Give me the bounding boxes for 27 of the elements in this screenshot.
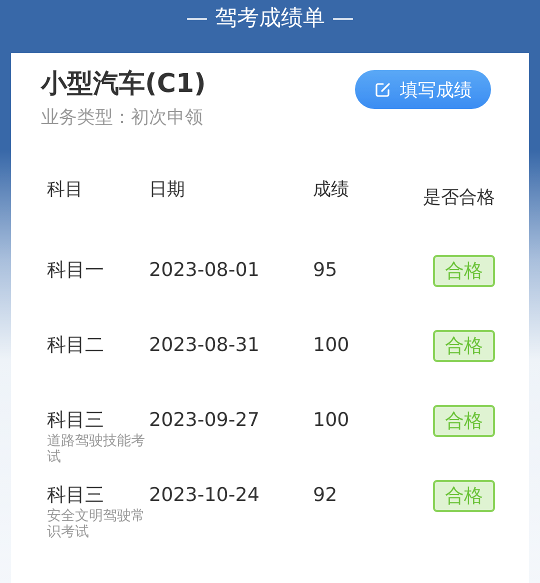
license-title: 小型汽车(C1)	[41, 68, 206, 101]
result-badge: 合格	[433, 330, 495, 362]
subject-cell-text: 科目三	[47, 408, 105, 433]
score-cell-text: 100	[313, 333, 350, 358]
edit-icon	[374, 80, 392, 98]
date-cell-text: 2023-09-27	[149, 408, 260, 433]
result-badge: 合格	[433, 480, 495, 512]
subject-cell-text: 科目一	[47, 258, 105, 283]
score-cell-text: 95	[313, 258, 338, 283]
subject-cell-text: 科目三	[47, 483, 105, 508]
result-badge: 合格	[433, 255, 495, 287]
page-title: — 驾考成绩单 —	[186, 5, 354, 33]
column-header: 是否合格	[423, 186, 495, 210]
score-cell-text: 100	[313, 408, 350, 433]
subject-note: 道路驾驶技能考试	[47, 433, 146, 465]
column-header: 日期	[149, 178, 186, 202]
date-cell-text: 2023-08-31	[149, 333, 260, 358]
date-cell-text: 2023-08-01	[149, 258, 260, 283]
business-type: 业务类型：初次申领	[41, 106, 204, 129]
result-badge: 合格	[433, 405, 495, 437]
subject-cell-text: 科目二	[47, 333, 105, 358]
fill-score-button[interactable]: 填写成绩	[355, 70, 491, 109]
column-header: 科目	[47, 178, 84, 202]
score-cell-text: 92	[313, 483, 338, 508]
date-cell-text: 2023-10-24	[149, 483, 260, 508]
subject-note: 安全文明驾驶常识考试	[47, 508, 146, 540]
column-header: 成绩	[313, 178, 350, 202]
